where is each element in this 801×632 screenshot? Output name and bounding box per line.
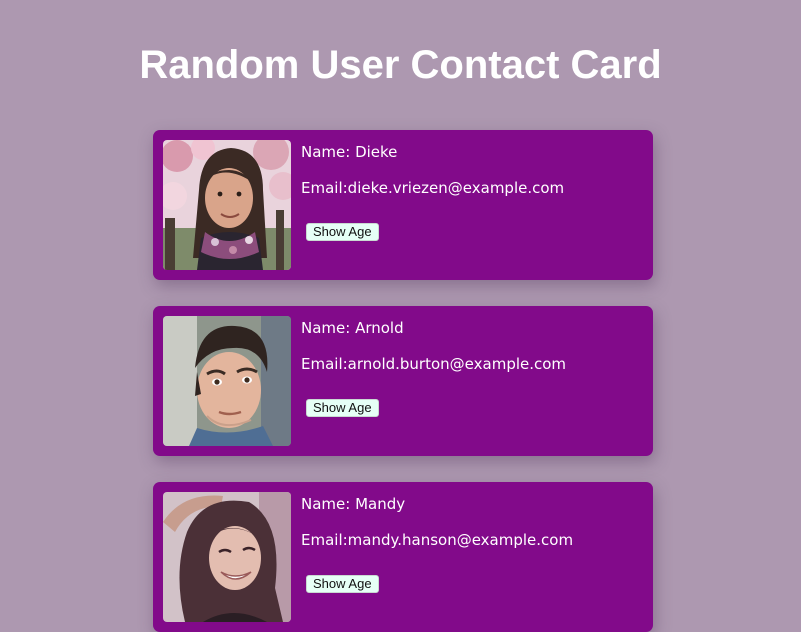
show-age-button[interactable]: Show Age [306, 223, 379, 241]
page-title: Random User Contact Card [139, 43, 662, 87]
user-photo [163, 492, 291, 622]
contact-name: Name: Arnold [301, 319, 404, 337]
contact-email: Email:arnold.burton@example.com [301, 355, 567, 373]
show-age-button[interactable]: Show Age [306, 575, 379, 593]
contact-name: Name: Mandy [301, 495, 406, 513]
contact-card: Name: Arnold Email:arnold.burton@example… [153, 306, 653, 456]
contact-card: Name: Dieke Email:dieke.vriezen@example.… [153, 130, 653, 280]
contact-email: Email:dieke.vriezen@example.com [301, 179, 565, 197]
show-age-button[interactable]: Show Age [306, 399, 379, 417]
contact-name: Name: Dieke [301, 143, 398, 161]
user-photo [163, 316, 291, 446]
contact-card: Name: Mandy Email:mandy.hanson@example.c… [153, 482, 653, 632]
user-photo [163, 140, 291, 270]
contact-email: Email:mandy.hanson@example.com [301, 531, 574, 549]
